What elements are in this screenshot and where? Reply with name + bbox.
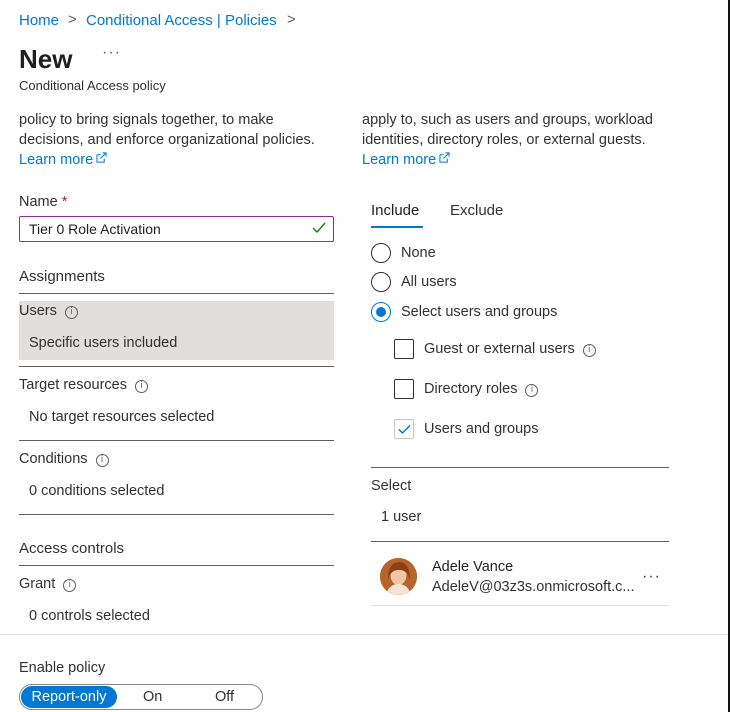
user-name: Adele Vance: [432, 559, 514, 575]
external-link-icon: [96, 152, 107, 163]
info-icon[interactable]: i: [135, 380, 148, 393]
checkbox-guest-label-text: Guest or external users: [424, 341, 575, 357]
access-controls-heading: Access controls: [19, 540, 125, 557]
divider: [19, 366, 334, 367]
info-icon[interactable]: i: [95, 454, 109, 467]
grant-label: Grant i: [19, 576, 77, 592]
tab-include[interactable]: Include: [371, 202, 419, 219]
tab-exclude[interactable]: Exclude: [450, 202, 503, 219]
radio-all-users[interactable]: [371, 272, 391, 292]
valid-check-icon: [312, 222, 326, 234]
info-icon[interactable]: i: [582, 344, 596, 357]
avatar: [380, 558, 417, 595]
user-photo-icon: [380, 558, 417, 595]
divider: [19, 565, 334, 566]
conditions-label-text: Conditions: [19, 451, 88, 467]
right-description: apply to, such as users and groups, work…: [362, 110, 653, 170]
target-resources-label-text: Target resources: [19, 377, 127, 393]
divider: [19, 514, 334, 515]
conditions-label: Conditions i: [19, 451, 109, 467]
checkbox-directory-roles-label: Directory roles i: [424, 381, 539, 397]
radio-none-label: None: [401, 245, 436, 261]
assignments-heading: Assignments: [19, 268, 105, 285]
checkbox-users-groups-label: Users and groups: [424, 421, 539, 437]
page-subtitle: Conditional Access policy: [19, 78, 166, 93]
description-line: identities, directory roles, or external…: [362, 132, 646, 148]
name-label-text: Name: [19, 194, 58, 210]
divider: [371, 605, 669, 606]
breadcrumb-policies[interactable]: Conditional Access | Policies: [86, 12, 277, 29]
divider: [371, 467, 669, 468]
divider: [371, 541, 669, 542]
checkbox-guest-label: Guest or external users i: [424, 341, 596, 357]
enable-policy-label: Enable policy: [19, 660, 106, 676]
checkbox-directory-roles-label-text: Directory roles: [424, 381, 518, 397]
footer-divider: [0, 634, 728, 635]
conditions-link[interactable]: 0 conditions selected: [29, 483, 164, 499]
grant-label-text: Grant: [19, 576, 56, 592]
grant-link[interactable]: 0 controls selected: [29, 608, 150, 624]
info-icon[interactable]: i: [525, 384, 539, 397]
learn-more-link[interactable]: Learn more: [362, 150, 653, 170]
target-resources-link[interactable]: No target resources selected: [29, 409, 214, 425]
target-resources-label: Target resources i: [19, 377, 148, 393]
select-label: Select: [371, 478, 412, 494]
user-email: AdeleV@03z3s.onmicrosoft.c...: [432, 579, 635, 595]
user-more-button[interactable]: ···: [642, 568, 661, 586]
breadcrumb-separator: >: [287, 11, 296, 28]
toggle-report-only[interactable]: Report-only: [21, 686, 117, 708]
radio-select-users-label: Select users and groups: [401, 304, 558, 320]
select-users-link[interactable]: 1 user: [381, 509, 421, 525]
radio-all-users-label: All users: [401, 274, 457, 290]
checkmark-icon: [398, 424, 411, 435]
users-label: Users i: [19, 303, 78, 319]
external-link-icon: [439, 152, 450, 163]
info-icon[interactable]: i: [64, 306, 78, 319]
name-input-value[interactable]: Tier 0 Role Activation: [29, 221, 161, 237]
toggle-off[interactable]: Off: [215, 686, 234, 708]
left-description: policy to bring signals together, to mak…: [19, 110, 315, 170]
breadcrumb-home[interactable]: Home: [19, 12, 59, 29]
checkbox-users-groups[interactable]: [394, 419, 414, 439]
name-input[interactable]: Tier 0 Role Activation: [19, 216, 334, 242]
radio-select-users[interactable]: [371, 302, 391, 322]
more-options-button[interactable]: ···: [102, 44, 121, 62]
divider: [19, 440, 334, 441]
breadcrumb-separator: >: [68, 11, 77, 28]
name-label: Name *: [19, 194, 67, 210]
users-label-text: Users: [19, 303, 57, 319]
toggle-on[interactable]: On: [143, 686, 162, 708]
description-line: apply to, such as users and groups, work…: [362, 112, 653, 128]
learn-more-link[interactable]: Learn more: [19, 150, 315, 170]
required-indicator: *: [61, 194, 68, 210]
description-line: policy to bring signals together, to mak…: [19, 112, 274, 128]
page-title: New: [19, 44, 73, 74]
enable-policy-toggle[interactable]: Report-only On Off: [19, 684, 263, 710]
checkbox-directory-roles[interactable]: [394, 379, 414, 399]
description-line: decisions, and enforce organizational po…: [19, 132, 315, 148]
users-summary-link[interactable]: Specific users included: [29, 335, 177, 351]
divider: [19, 293, 334, 294]
checkbox-guest[interactable]: [394, 339, 414, 359]
info-icon[interactable]: i: [63, 579, 77, 592]
learn-more-label[interactable]: Learn more: [362, 152, 436, 168]
learn-more-label[interactable]: Learn more: [19, 152, 93, 168]
radio-none[interactable]: [371, 243, 391, 263]
tab-selected-indicator: [371, 226, 423, 228]
